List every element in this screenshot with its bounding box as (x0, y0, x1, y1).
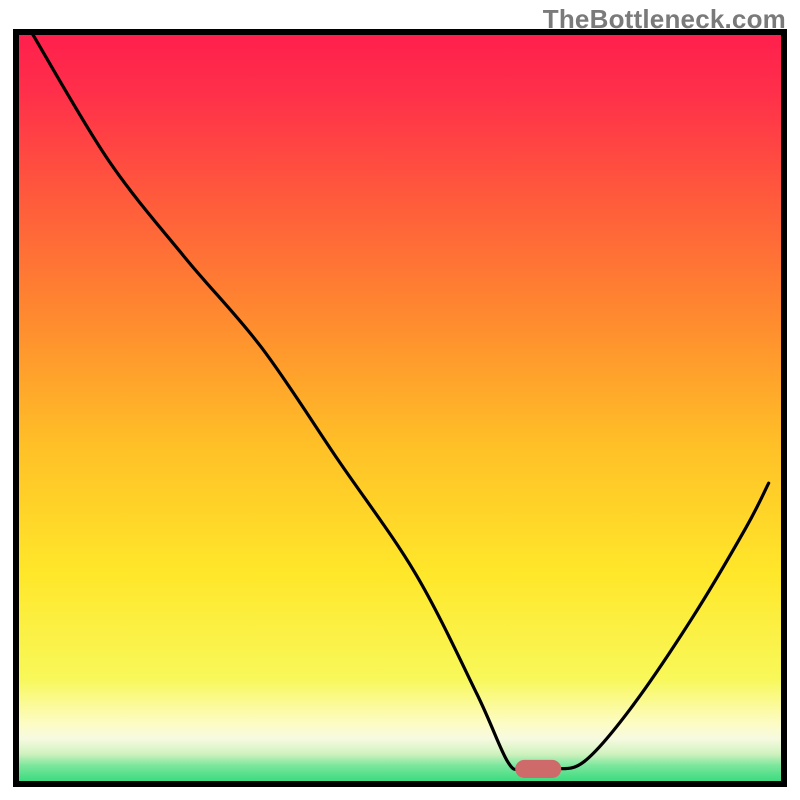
watermark-text: TheBottleneck.com (543, 4, 786, 35)
bottleneck-chart: TheBottleneck.com (0, 0, 800, 800)
optimal-marker (515, 760, 561, 778)
chart-svg (0, 0, 800, 800)
gradient-background (16, 32, 784, 784)
